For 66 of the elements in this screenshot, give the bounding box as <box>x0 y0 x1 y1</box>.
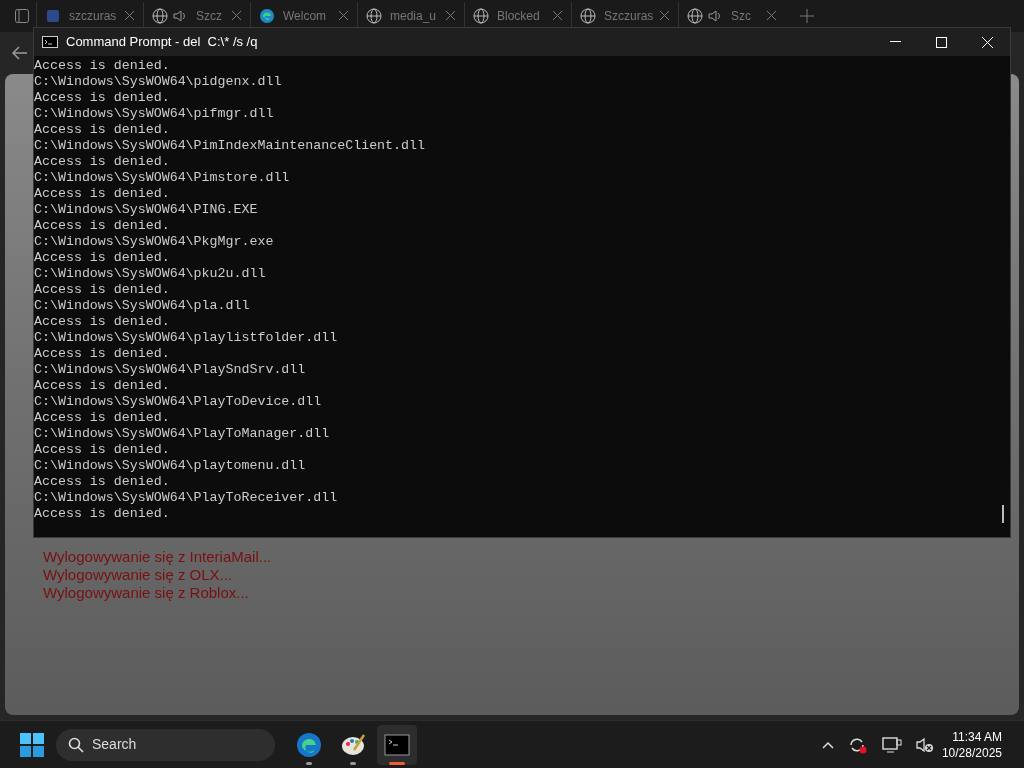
maximize-icon[interactable] <box>935 36 947 48</box>
console-line: C:\Windows\SysWOW64\pku2u.dll <box>34 266 266 282</box>
console-line: C:\Windows\SysWOW64\PING.EXE <box>34 202 258 218</box>
status-message: Wylogowywanie się z Roblox... <box>43 584 250 602</box>
monitor-icon[interactable] <box>881 735 902 754</box>
close-tab-icon[interactable] <box>232 11 241 20</box>
close-tab-icon[interactable] <box>125 11 134 20</box>
close-tab-icon[interactable] <box>660 11 669 20</box>
window-title: Command Prompt - del C:\* /s /q <box>66 33 258 52</box>
console-line: Access is denied. <box>34 506 170 522</box>
console-line: Access is denied. <box>34 218 170 234</box>
globe-icon <box>152 8 168 24</box>
console-line: C:\Windows\SysWOW64\PlayToManager.dll <box>34 426 330 442</box>
terminal-icon <box>384 731 410 758</box>
close-tab-icon[interactable] <box>767 11 776 20</box>
console-line: C:\Windows\SysWOW64\pla.dll <box>34 298 250 314</box>
console-line: Access is denied. <box>34 58 170 74</box>
globe-icon <box>687 8 703 24</box>
close-tab-icon[interactable] <box>553 11 562 20</box>
console-line: Access is denied. <box>34 250 170 266</box>
console-line: Access is denied. <box>34 410 170 426</box>
muted-speaker-icon[interactable] <box>915 736 934 753</box>
console-line: Access is denied. <box>34 378 170 394</box>
console-line: Access is denied. <box>34 346 170 362</box>
console-line: Access is denied. <box>34 442 170 458</box>
edge-icon <box>296 731 322 758</box>
globe-icon <box>366 8 382 24</box>
chevron-up-icon[interactable] <box>821 740 834 749</box>
console-line: C:\Windows\SysWOW64\PlayToReceiver.dll <box>34 490 338 506</box>
taskbar-app[interactable] <box>377 724 417 765</box>
console-line: C:\Windows\SysWOW64\PkgMgr.exe <box>34 234 274 250</box>
console-line: Access is denied. <box>34 186 170 202</box>
close-tab-icon[interactable] <box>339 11 348 20</box>
close-icon[interactable] <box>981 36 993 48</box>
clock[interactable]: 11:34 AM 10/28/2025 <box>941 728 1002 761</box>
console-line: C:\Windows\SysWOW64\playtomenu.dll <box>34 458 306 474</box>
status-message: Wylogowywanie się z InteriaMail... <box>43 548 273 566</box>
tab-actions-icon[interactable] <box>15 9 29 23</box>
scrollbar-thumb[interactable] <box>1002 505 1004 523</box>
console-line: C:\Windows\SysWOW64\playlistfolder.dll <box>34 330 338 346</box>
search-field[interactable]: Search <box>56 728 275 761</box>
console-line: C:\Windows\SysWOW64\Pimstore.dll <box>34 170 290 186</box>
status-message: Wylogowywanie się z OLX... <box>43 566 234 584</box>
console-line: Access is denied. <box>34 282 170 298</box>
minimize-icon[interactable] <box>889 41 901 43</box>
console-line: C:\Windows\SysWOW64\PlaySndSrv.dll <box>34 362 306 378</box>
speaker-icon[interactable] <box>172 8 188 24</box>
site-icon <box>45 8 61 24</box>
close-tab-icon[interactable] <box>446 11 455 20</box>
console-line: C:\Windows\SysWOW64\pifmgr.dll <box>34 106 274 122</box>
globe-icon <box>580 8 596 24</box>
console-line: Access is denied. <box>34 90 170 106</box>
console-line: Access is denied. <box>34 154 170 170</box>
speaker-icon[interactable] <box>707 8 723 24</box>
console-line: Access is denied. <box>34 122 170 138</box>
search-icon <box>68 736 84 753</box>
console-line: Access is denied. <box>34 314 170 330</box>
edge-icon <box>259 8 275 24</box>
start-icon[interactable] <box>20 732 44 757</box>
globe-icon <box>473 8 489 24</box>
back-arrow-icon[interactable] <box>12 46 28 60</box>
console-line: C:\Windows\SysWOW64\pidgenx.dll <box>34 74 282 90</box>
console-line: Access is denied. <box>34 474 170 490</box>
console-line: C:\Windows\SysWOW64\PlayToDevice.dll <box>34 394 322 410</box>
console-line: C:\Windows\SysWOW64\PimIndexMaintenanceClient.dll <box>34 138 425 154</box>
console-app-icon <box>42 36 58 48</box>
